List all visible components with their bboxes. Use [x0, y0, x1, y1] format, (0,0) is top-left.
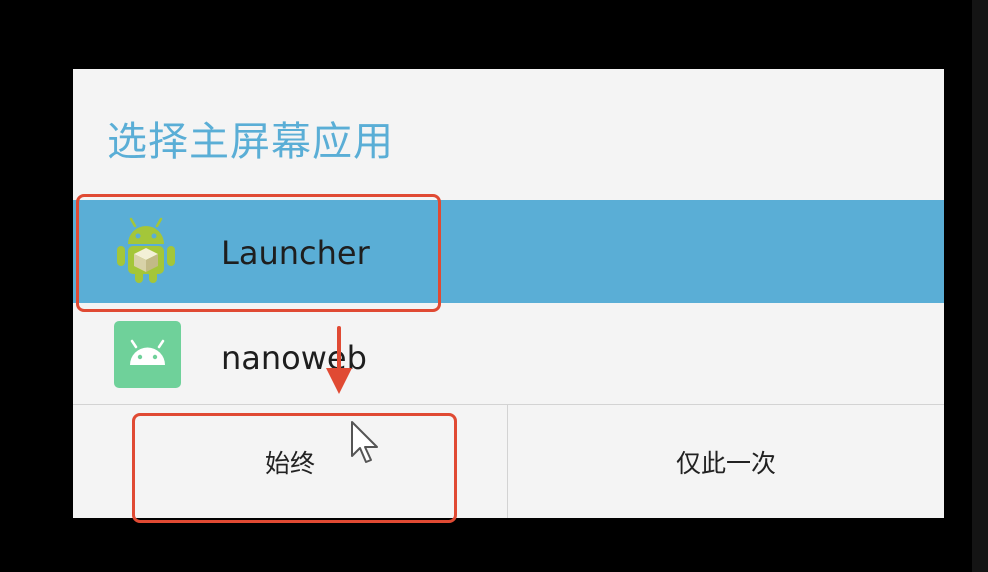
- dialog-title: 选择主屏幕应用: [107, 119, 394, 165]
- mouse-cursor-icon: [351, 421, 378, 463]
- app-item-launcher[interactable]: Launcher: [73, 200, 944, 303]
- android-robot-icon: [117, 217, 175, 283]
- arrow-down-icon: [326, 326, 352, 394]
- screen-edge: [972, 0, 988, 572]
- always-button[interactable]: 始终: [73, 405, 507, 518]
- device-screen: 选择主屏幕应用 Launcher nanoweb 始终 仅此一次: [0, 0, 988, 572]
- android-app-icon: [114, 321, 181, 388]
- app-label-launcher: Launcher: [221, 234, 370, 272]
- home-app-chooser-dialog: 选择主屏幕应用 Launcher nanoweb 始终 仅此一次: [73, 69, 944, 518]
- app-item-nanoweb[interactable]: nanoweb: [73, 306, 944, 404]
- just-once-button[interactable]: 仅此一次: [508, 405, 944, 518]
